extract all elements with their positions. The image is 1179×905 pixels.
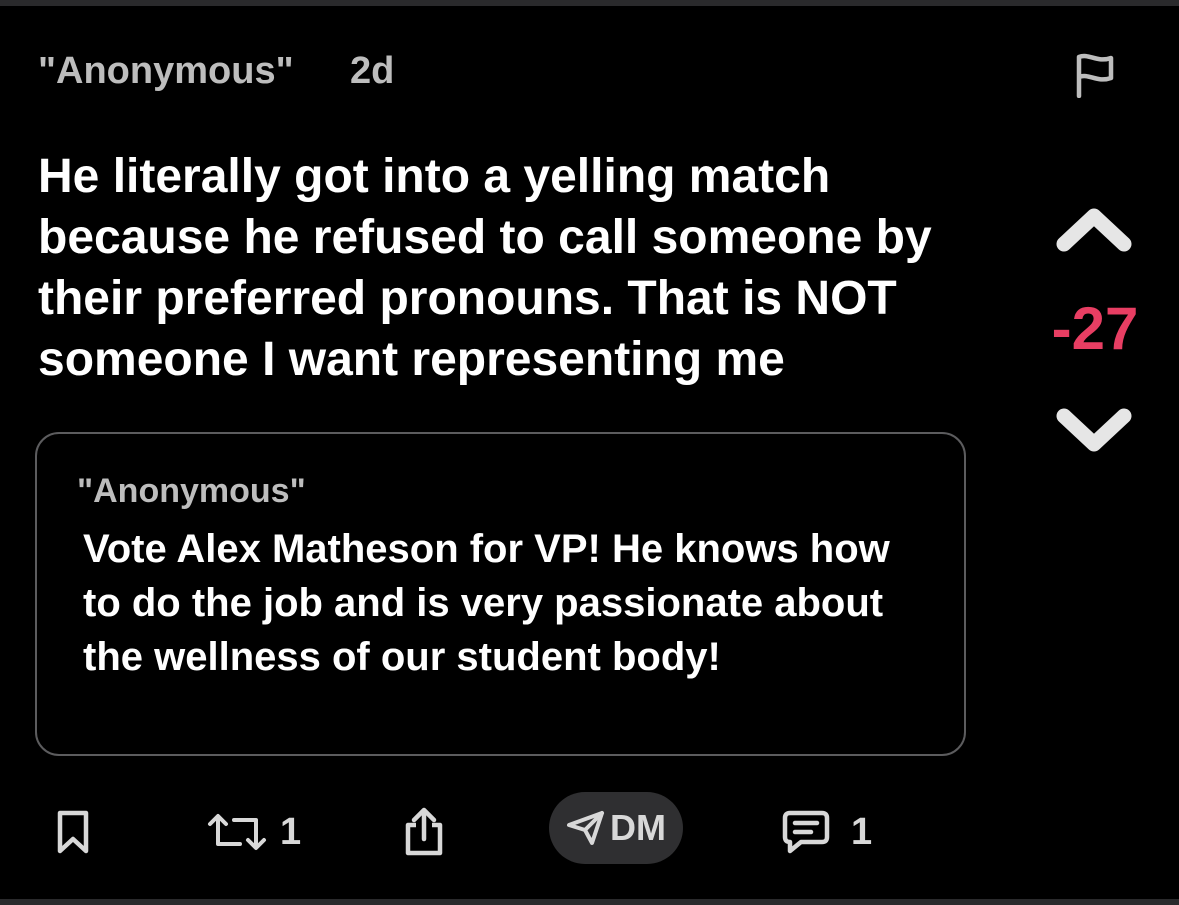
quoted-post[interactable]: "Anonymous" Vote Alex Matheson for VP! H… <box>35 432 966 756</box>
comment-icon <box>782 810 830 854</box>
bottom-divider <box>0 899 1179 905</box>
chevron-down-icon <box>1056 408 1132 452</box>
vote-score: -27 <box>1051 295 1139 362</box>
dm-label: DM <box>610 807 666 848</box>
post-body: He literally got into a yelling match be… <box>38 150 932 386</box>
quoted-post-body: Vote Alex Matheson for VP! He knows how … <box>83 527 890 679</box>
post-age: 2d <box>350 50 395 92</box>
quoted-post-author: "Anonymous" <box>77 472 306 510</box>
action-bar: 1 DM 1 <box>0 792 1179 872</box>
paper-plane-icon <box>567 811 604 845</box>
post-author: "Anonymous" <box>38 50 294 92</box>
dm-button[interactable]: DM <box>549 792 683 864</box>
flag-icon[interactable] <box>1072 52 1118 99</box>
share-button[interactable] <box>402 792 446 872</box>
bookmark-button[interactable] <box>56 792 90 872</box>
chevron-up-icon <box>1056 208 1132 252</box>
bookmark-icon <box>57 810 89 854</box>
upvote-button[interactable] <box>1054 202 1134 262</box>
comment-button[interactable]: 1 <box>781 792 872 872</box>
repost-button[interactable]: 1 <box>206 792 301 872</box>
post-card: "Anonymous" 2d He literally got into a y… <box>0 6 1179 899</box>
repost-count: 1 <box>280 810 302 853</box>
downvote-button[interactable] <box>1054 398 1134 458</box>
repost-icon <box>208 814 266 850</box>
comment-count: 1 <box>851 810 873 853</box>
share-icon <box>405 807 443 856</box>
